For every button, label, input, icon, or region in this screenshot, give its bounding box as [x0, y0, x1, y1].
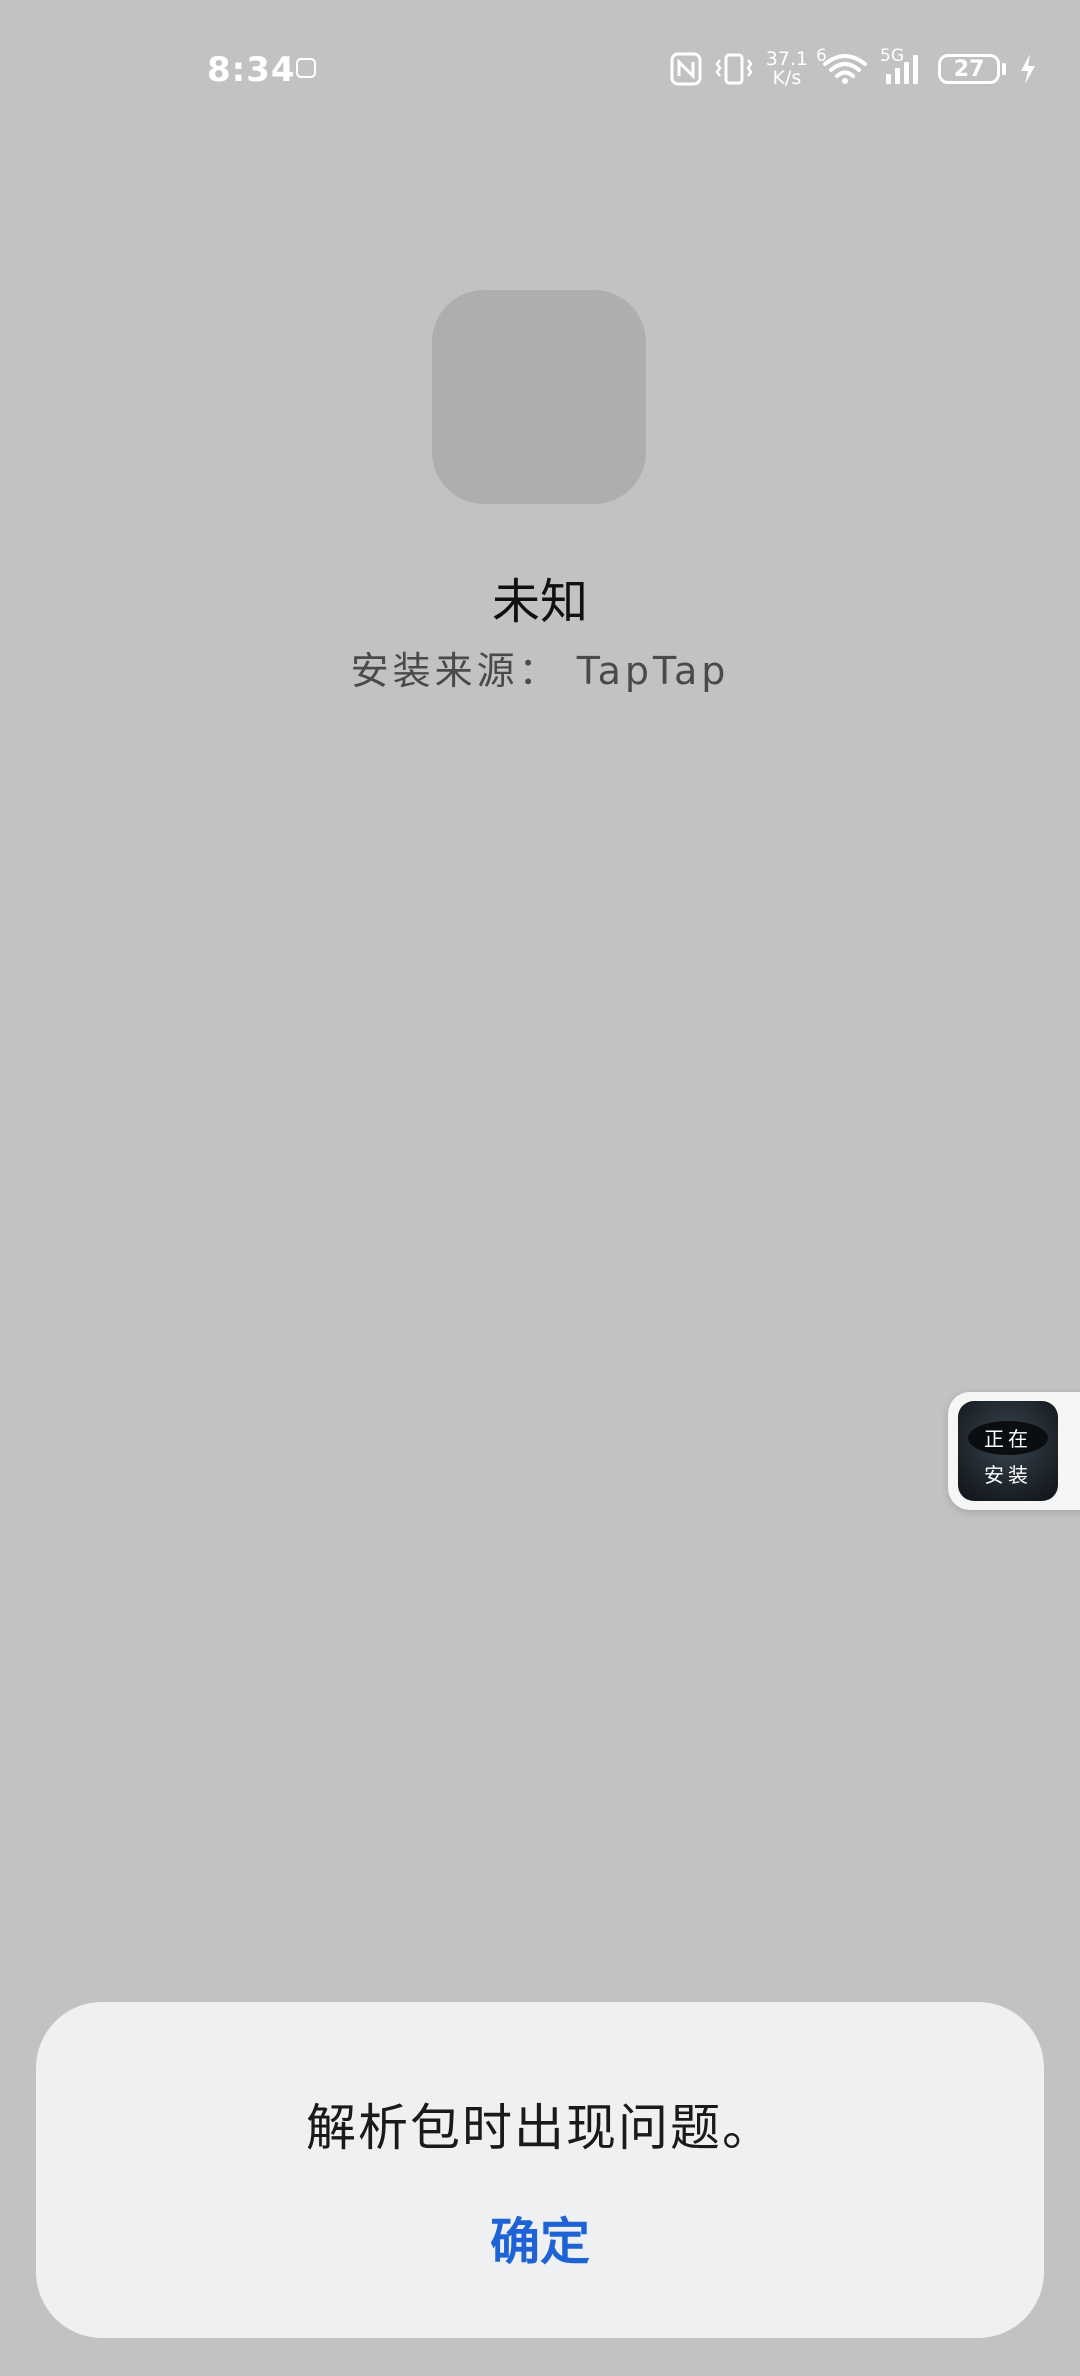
notification-app-icon [296, 58, 316, 78]
installing-app-thumbnail: 正在 安装 [958, 1401, 1058, 1501]
network-speed-unit: K/s [772, 67, 802, 89]
installing-label: 正在 安装 [984, 1427, 1032, 1487]
status-bar: 8:34 37.1 K/s 6 5G 27 [0, 0, 1080, 140]
error-dialog: 解析包时出现问题。 确定 [36, 2002, 1044, 2338]
vibrate-icon [714, 52, 754, 86]
dialog-message: 解析包时出现问题。 [306, 2099, 774, 2157]
cellular-signal-icon: 5G [880, 46, 926, 86]
status-icons: 37.1 K/s 6 5G 27 [670, 44, 1038, 94]
wifi-badge: 6 [816, 46, 827, 66]
status-time: 8:34 [207, 50, 296, 90]
app-name: 未知 [491, 574, 588, 630]
app-icon-placeholder [432, 290, 646, 504]
battery-icon: 27 [938, 54, 1000, 84]
install-source: 安装来源： TapTap [350, 649, 730, 693]
cellular-network-type: 5G [880, 46, 904, 66]
charging-icon [1018, 52, 1038, 86]
battery-level: 27 [953, 56, 985, 82]
battery-cap [1002, 63, 1006, 75]
confirm-button[interactable]: 确定 [440, 2202, 640, 2282]
network-speed: 37.1 K/s [766, 50, 808, 88]
installing-floating-widget[interactable]: 正在 安装 [948, 1392, 1080, 1510]
wifi-icon: 6 [816, 46, 870, 86]
nfc-icon [670, 52, 702, 86]
